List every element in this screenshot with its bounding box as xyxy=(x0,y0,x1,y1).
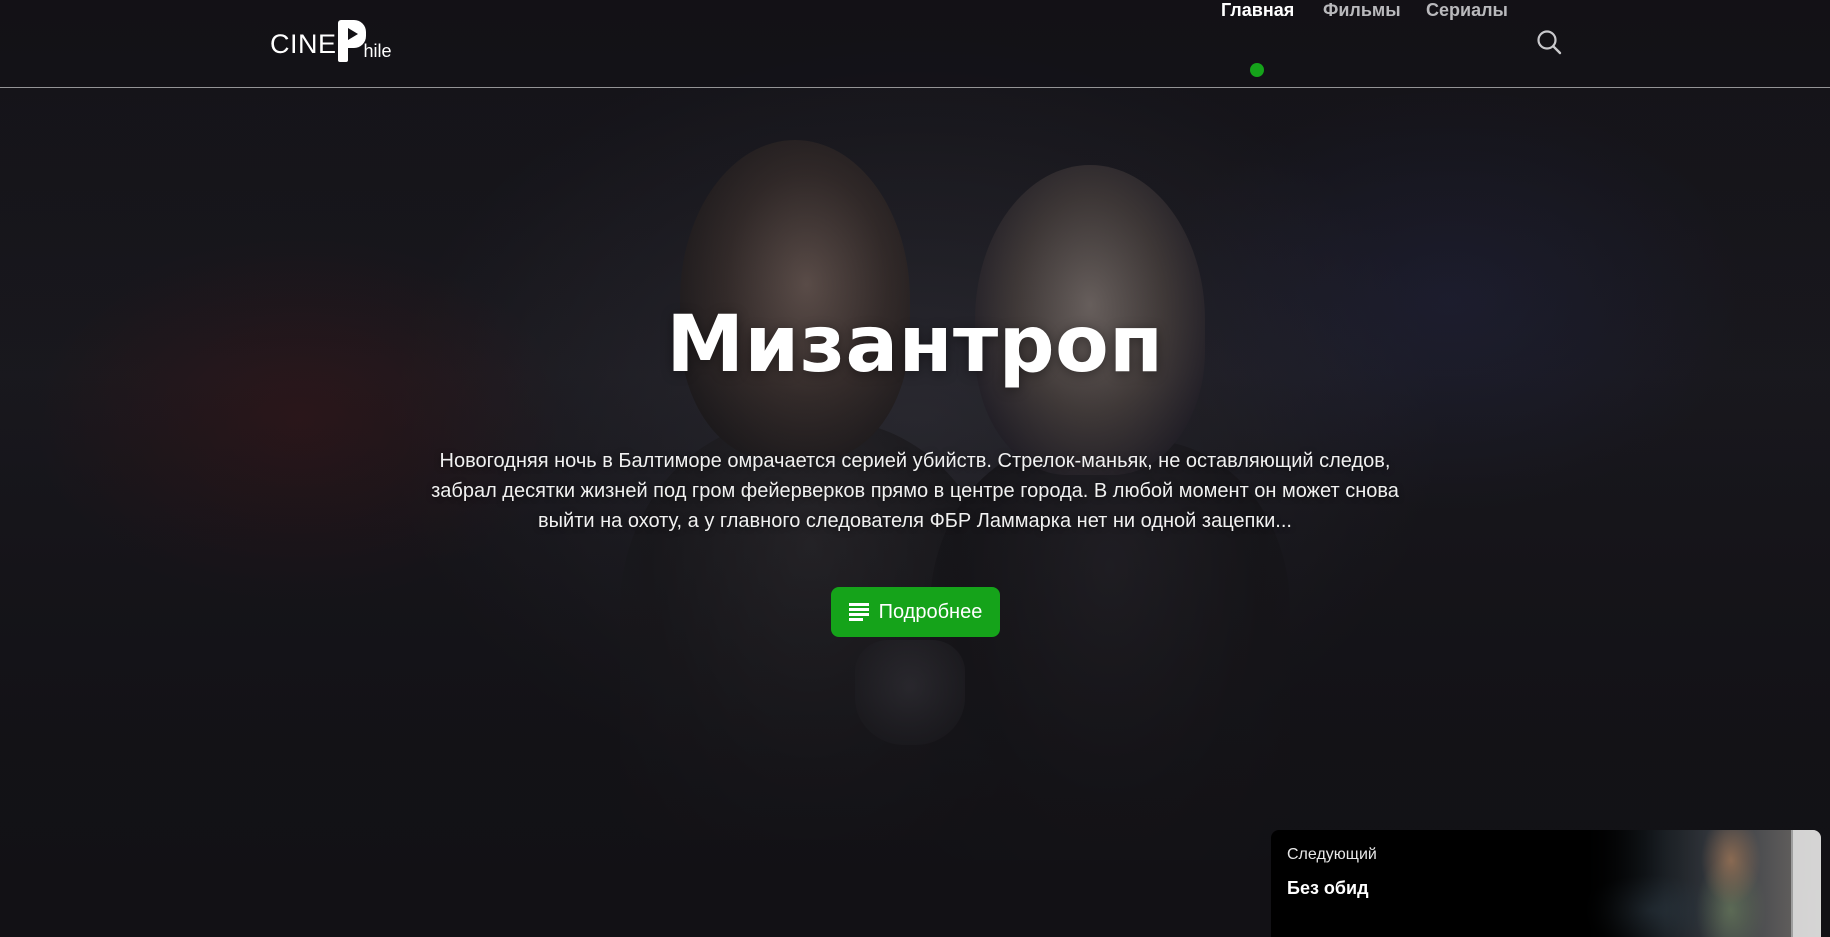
next-item-title: Без обид xyxy=(1287,878,1369,898)
hero-title: Мизантроп xyxy=(666,300,1164,390)
next-item-card[interactable]: Следующий Без обид xyxy=(1271,830,1821,937)
hero-description: Новогодняя ночь в Балтиморе омрачается с… xyxy=(431,450,1399,532)
next-item-label: Следующий xyxy=(1287,846,1377,863)
nav-series[interactable]: Сериалы xyxy=(1426,0,1508,21)
more-details-button[interactable]: Подробнее xyxy=(831,587,1000,637)
logo-text-cine: CINE xyxy=(270,29,337,59)
logo[interactable]: CINE hile xyxy=(270,20,392,64)
logo-play-icon xyxy=(337,20,366,64)
top-navbar: CINE hile Главная Фильмы Сериалы xyxy=(0,0,1830,88)
nav-home[interactable]: Главная xyxy=(1221,0,1294,21)
next-item-thumbnail xyxy=(1581,830,1821,937)
active-indicator-dot xyxy=(1250,63,1264,77)
more-details-label: Подробнее xyxy=(878,600,983,623)
nav-films[interactable]: Фильмы xyxy=(1323,0,1401,21)
search-icon[interactable] xyxy=(1536,29,1562,55)
logo-text-hile: hile xyxy=(363,41,392,61)
list-icon xyxy=(848,603,869,621)
